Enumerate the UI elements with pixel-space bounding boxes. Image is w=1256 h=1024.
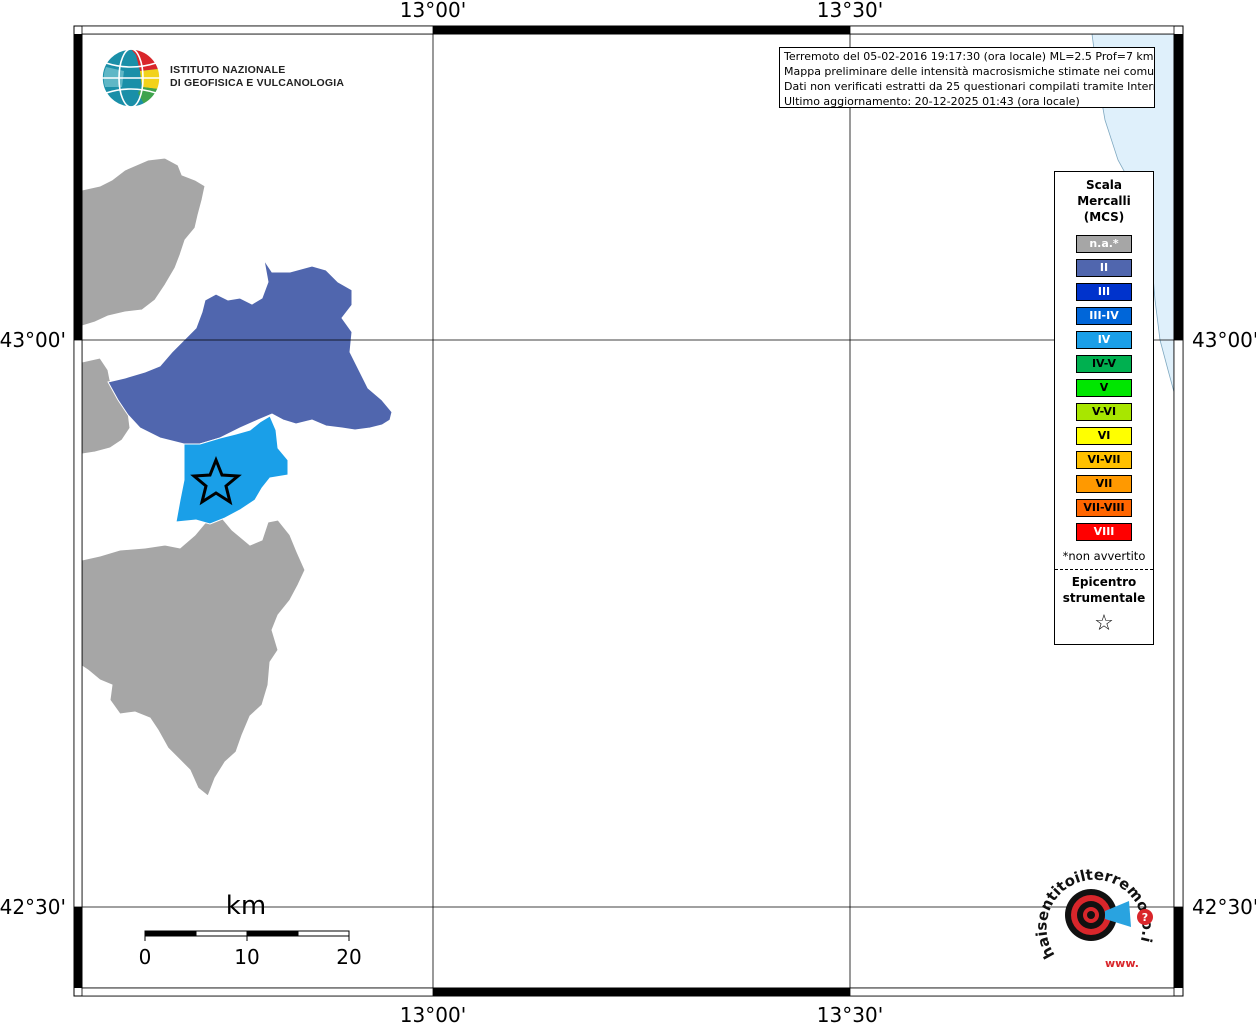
legend-epicenter-line-1: Epicentro	[1071, 575, 1137, 589]
lat-label-left-1: 43°00'	[0, 328, 66, 352]
globe-icon	[101, 48, 161, 108]
ingv-logo: ISTITUTO NAZIONALE DI GEOFISICA E VULCAN…	[100, 47, 344, 111]
lat-label-left-2: 42°30'	[0, 895, 66, 919]
haisentito-logo-url: www.	[1105, 957, 1139, 970]
scale-unit-label: km	[226, 891, 266, 921]
mcs-legend: Scala Mercalli (MCS) n.a.* II III III-IV IV I…	[1054, 171, 1154, 645]
info-line-description: Mappa preliminare delle intensità macros…	[784, 65, 1155, 78]
legend-title-line-2: Mercalli	[1077, 194, 1131, 208]
haisentito-logo: haisentitoilterremoto.it www. ?	[1031, 841, 1160, 980]
legend-star-icon: ☆	[1094, 611, 1114, 636]
event-info-box: Terremoto del 05-02-2016 19:17:30 (ora l…	[779, 47, 1155, 108]
map-frame	[73, 25, 1184, 997]
legend-item-vi: VI	[1076, 427, 1132, 445]
legend-item-iv-v: IV-V	[1076, 355, 1132, 373]
municipality-not-felt-south	[81, 517, 306, 797]
lon-label-bottom-2: 13°30'	[817, 1003, 883, 1024]
lon-label-bottom-1: 13°00'	[400, 1003, 466, 1024]
ingv-logo-line-1: ISTITUTO NAZIONALE	[170, 64, 286, 76]
lon-label-top-1: 13°00'	[400, 0, 466, 22]
graticule	[82, 34, 1174, 988]
scale-bar-segments	[144, 930, 350, 941]
ingv-logo-line-2: DI GEOFISICA E VULCANOLOGIA	[170, 77, 345, 89]
scale-tick-0: 0	[139, 945, 152, 969]
legend-note: *non avvertito	[1062, 549, 1146, 563]
legend-item-n-a: n.a.*	[1076, 235, 1132, 253]
scale-tick-20: 20	[336, 945, 361, 969]
lon-label-top-2: 13°30'	[817, 0, 883, 22]
legend-item-iii: III	[1076, 283, 1132, 301]
legend-item-v: V	[1076, 379, 1132, 397]
legend-epicenter-label: Epicentro strumentale	[1055, 574, 1153, 606]
legend-item-vii: VII	[1076, 475, 1132, 493]
info-line-data-source: Dati non verificati estratti da 25 quest…	[784, 80, 1155, 93]
legend-title-line-1: Scala	[1085, 178, 1123, 192]
svg-text:?: ?	[1142, 911, 1148, 924]
legend-items: n.a.* II III III-IV IV IV-V V V-VI VI VI-VII VII VI…	[1055, 235, 1153, 541]
legend-item-iii-iv: III-IV	[1076, 307, 1132, 325]
lat-label-right-1: 43°00'	[1192, 328, 1256, 352]
legend-item-ii: II	[1076, 259, 1132, 277]
legend-item-vii-viii: VII-VIII	[1076, 499, 1132, 517]
info-line-last-update: Ultimo aggiornamento: 20-12-2025 01:43 (…	[784, 95, 1080, 108]
legend-divider	[1055, 569, 1153, 570]
lat-label-right-2: 42°30'	[1192, 895, 1256, 919]
legend-epicenter-line-2: strumentale	[1062, 591, 1146, 605]
scale-bar: km 0 10 20	[136, 888, 376, 972]
legend-title: Scala Mercalli (MCS)	[1055, 177, 1153, 225]
legend-item-viii: VIII	[1076, 523, 1132, 541]
ingv-logo-text: ISTITUTO NAZIONALE DI GEOFISICA E VULCAN…	[170, 64, 344, 90]
legend-title-line-3: (MCS)	[1083, 210, 1125, 224]
municipality-not-felt-north	[81, 157, 206, 327]
legend-item-vi-vii: VI-VII	[1076, 451, 1132, 469]
scale-tick-10: 10	[234, 945, 259, 969]
legend-item-v-vi: V-VI	[1076, 403, 1132, 421]
legend-item-iv: IV	[1076, 331, 1132, 349]
info-line-event: Terremoto del 05-02-2016 19:17:30 (ora l…	[784, 50, 1154, 63]
